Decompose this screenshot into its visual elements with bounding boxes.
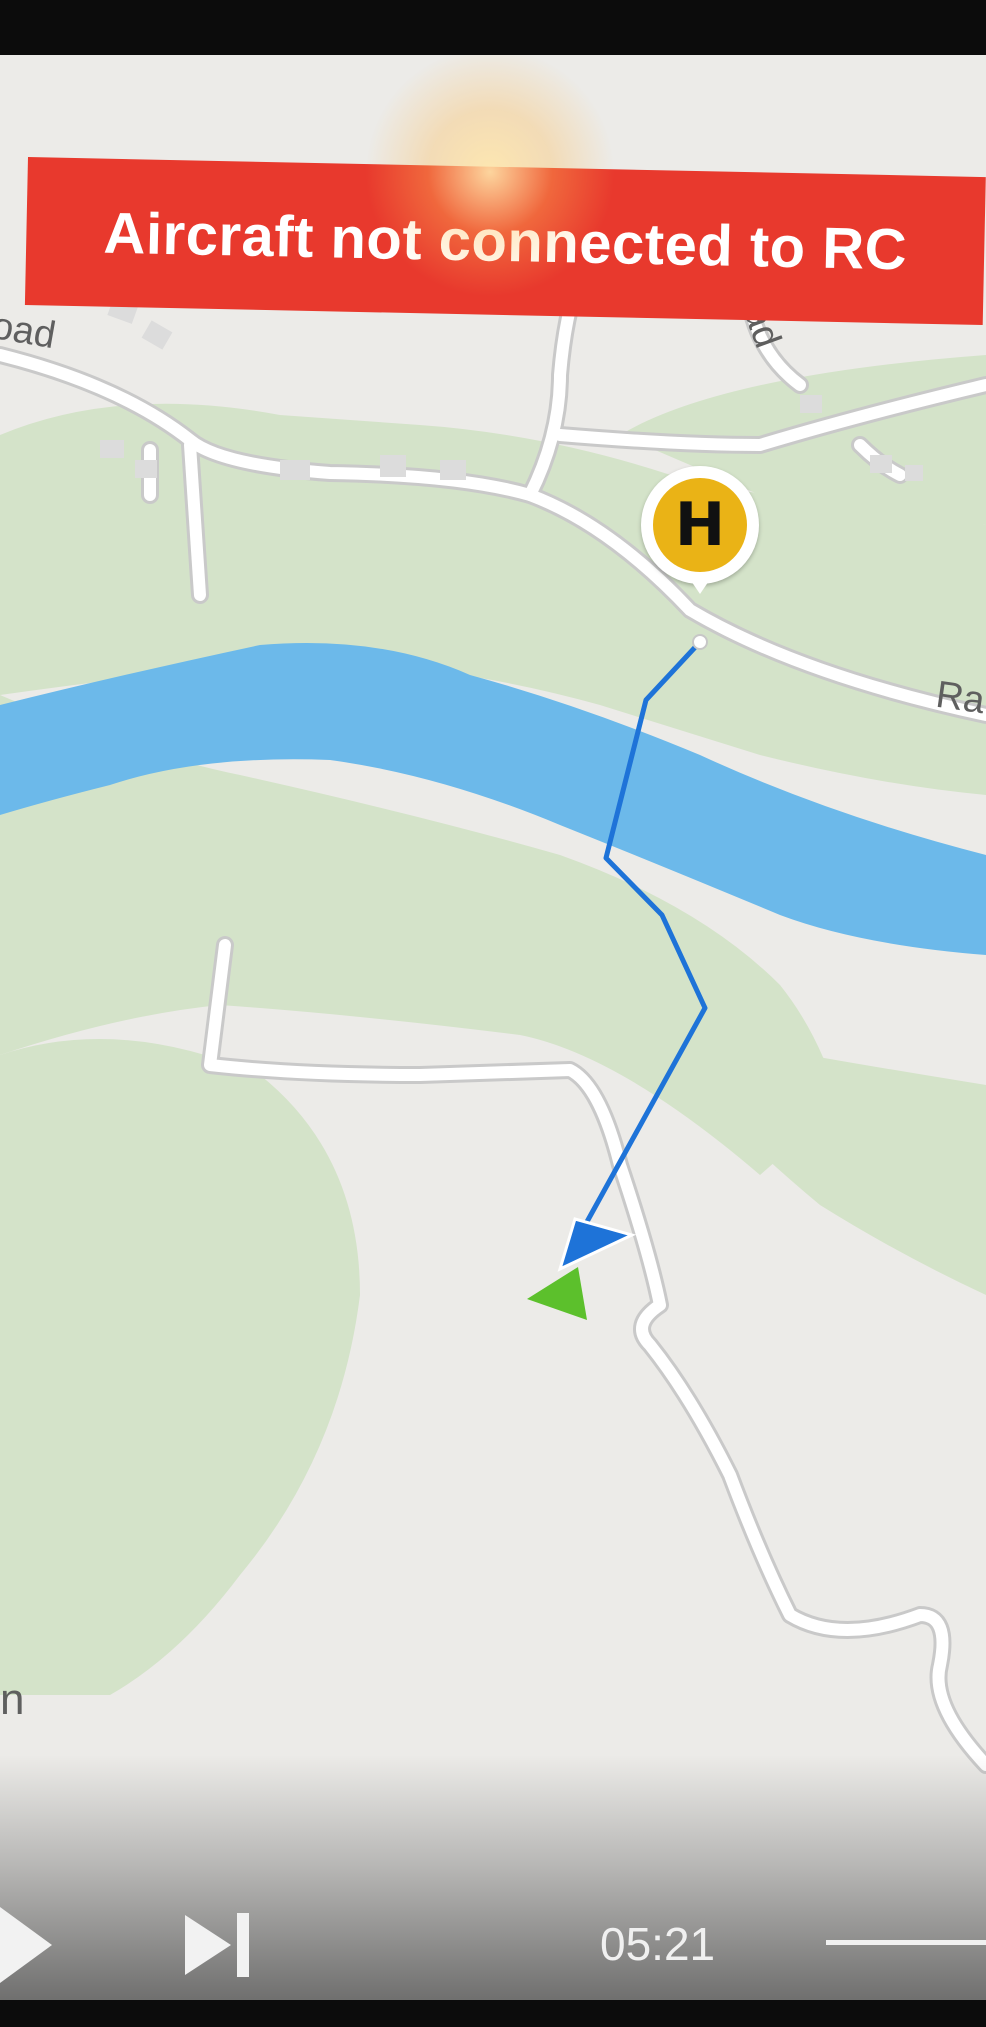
road-label-right: Ra (933, 673, 986, 723)
playback-progress-track[interactable] (826, 1940, 986, 1945)
connection-alert-text: Aircraft not connected to RC (103, 200, 908, 282)
playback-time: 05:21 (600, 1918, 716, 1970)
map-label-edge: n (0, 1675, 25, 1724)
home-point-circle: H (641, 466, 759, 584)
aircraft-heading-arrow (557, 1217, 637, 1272)
home-point-dot (692, 634, 708, 650)
home-point-label: H (653, 478, 747, 572)
aircraft-position-icon (527, 1267, 587, 1320)
connection-alert-banner: Aircraft not connected to RC (24, 157, 986, 326)
green-area-west (0, 1039, 360, 1695)
play-icon[interactable] (0, 1907, 52, 1983)
map-canvas[interactable] (0, 55, 986, 2000)
playback-bar: 05:21 (0, 1755, 986, 2000)
green-area-east (700, 1035, 986, 1295)
home-point-marker[interactable]: H (641, 466, 767, 594)
skip-next-icon[interactable] (185, 1907, 265, 1983)
map-screen: oad ad Ra n H Aircraft not connected to … (0, 55, 986, 2000)
skip-next-triangle (185, 1915, 231, 1975)
skip-next-bar (237, 1913, 249, 1977)
home-point-pointer (685, 572, 715, 594)
